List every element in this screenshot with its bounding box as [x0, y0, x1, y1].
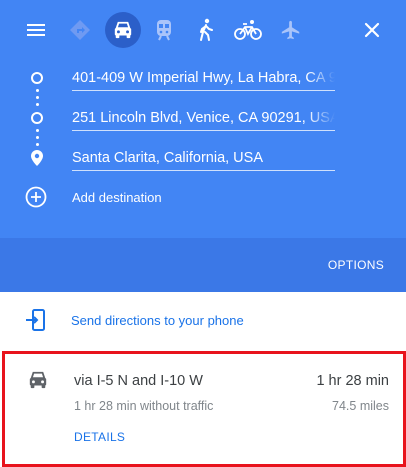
route-details-link[interactable]: Details: [74, 430, 125, 444]
diamond-directions-icon: [70, 20, 90, 40]
destination-field[interactable]: Santa Clarita, California, USA: [72, 148, 335, 171]
waypoint-circle-icon: [28, 109, 46, 127]
send-to-phone-icon: [24, 308, 48, 332]
bicycle-icon: [234, 20, 262, 40]
add-destination-button[interactable]: Add destination: [72, 190, 162, 205]
mode-cycling-button[interactable]: [230, 12, 266, 48]
waypoint-field[interactable]: 251 Lincoln Blvd, Venice, CA 90291, USA: [72, 108, 335, 131]
train-icon: [157, 20, 171, 41]
mode-best-travel-button[interactable]: [62, 12, 98, 48]
mode-walking-button[interactable]: [188, 12, 224, 48]
car-icon: [27, 370, 51, 394]
airplane-icon: [281, 20, 300, 40]
route-option-card[interactable]: via I-5 N and I-10 W 1 hr 28 min 1 hr 28…: [2, 351, 406, 467]
mode-transit-button[interactable]: [146, 12, 182, 48]
origin-text: 401-409 W Imperial Hwy, La Habra, CA 9: [72, 70, 335, 86]
send-to-phone-row[interactable]: Send directions to your phone: [0, 292, 406, 350]
route-dots-connector: [36, 89, 39, 110]
add-circle-icon[interactable]: [25, 186, 47, 208]
waypoint-text: 251 Lincoln Blvd, Venice, CA 90291, USA: [72, 110, 335, 126]
route-name: via I-5 N and I-10 W: [74, 373, 203, 389]
route-duration: 1 hr 28 min: [316, 373, 389, 389]
route-traffic-note: 1 hr 28 min without traffic: [74, 399, 214, 413]
route-dots-connector: [36, 129, 39, 150]
menu-button[interactable]: [20, 14, 52, 46]
close-icon: [364, 22, 380, 38]
send-directions-link[interactable]: Send directions to your phone: [71, 313, 244, 328]
destination-pin-icon: [28, 149, 46, 167]
close-directions-button[interactable]: [356, 14, 388, 46]
origin-field[interactable]: 401-409 W Imperial Hwy, La Habra, CA 9: [72, 68, 335, 91]
options-button[interactable]: Options: [328, 258, 384, 272]
hamburger-menu-icon: [27, 24, 45, 36]
route-distance: 74.5 miles: [332, 399, 389, 413]
mode-flights-button[interactable]: [273, 12, 309, 48]
travel-mode-bar: [0, 0, 406, 60]
walking-icon: [200, 18, 213, 41]
mode-driving-button[interactable]: [105, 12, 141, 48]
destination-text: Santa Clarita, California, USA: [72, 150, 263, 166]
car-icon: [114, 21, 132, 39]
directions-header: 401-409 W Imperial Hwy, La Habra, CA 9 2…: [0, 0, 406, 238]
start-circle-icon: [28, 69, 46, 87]
